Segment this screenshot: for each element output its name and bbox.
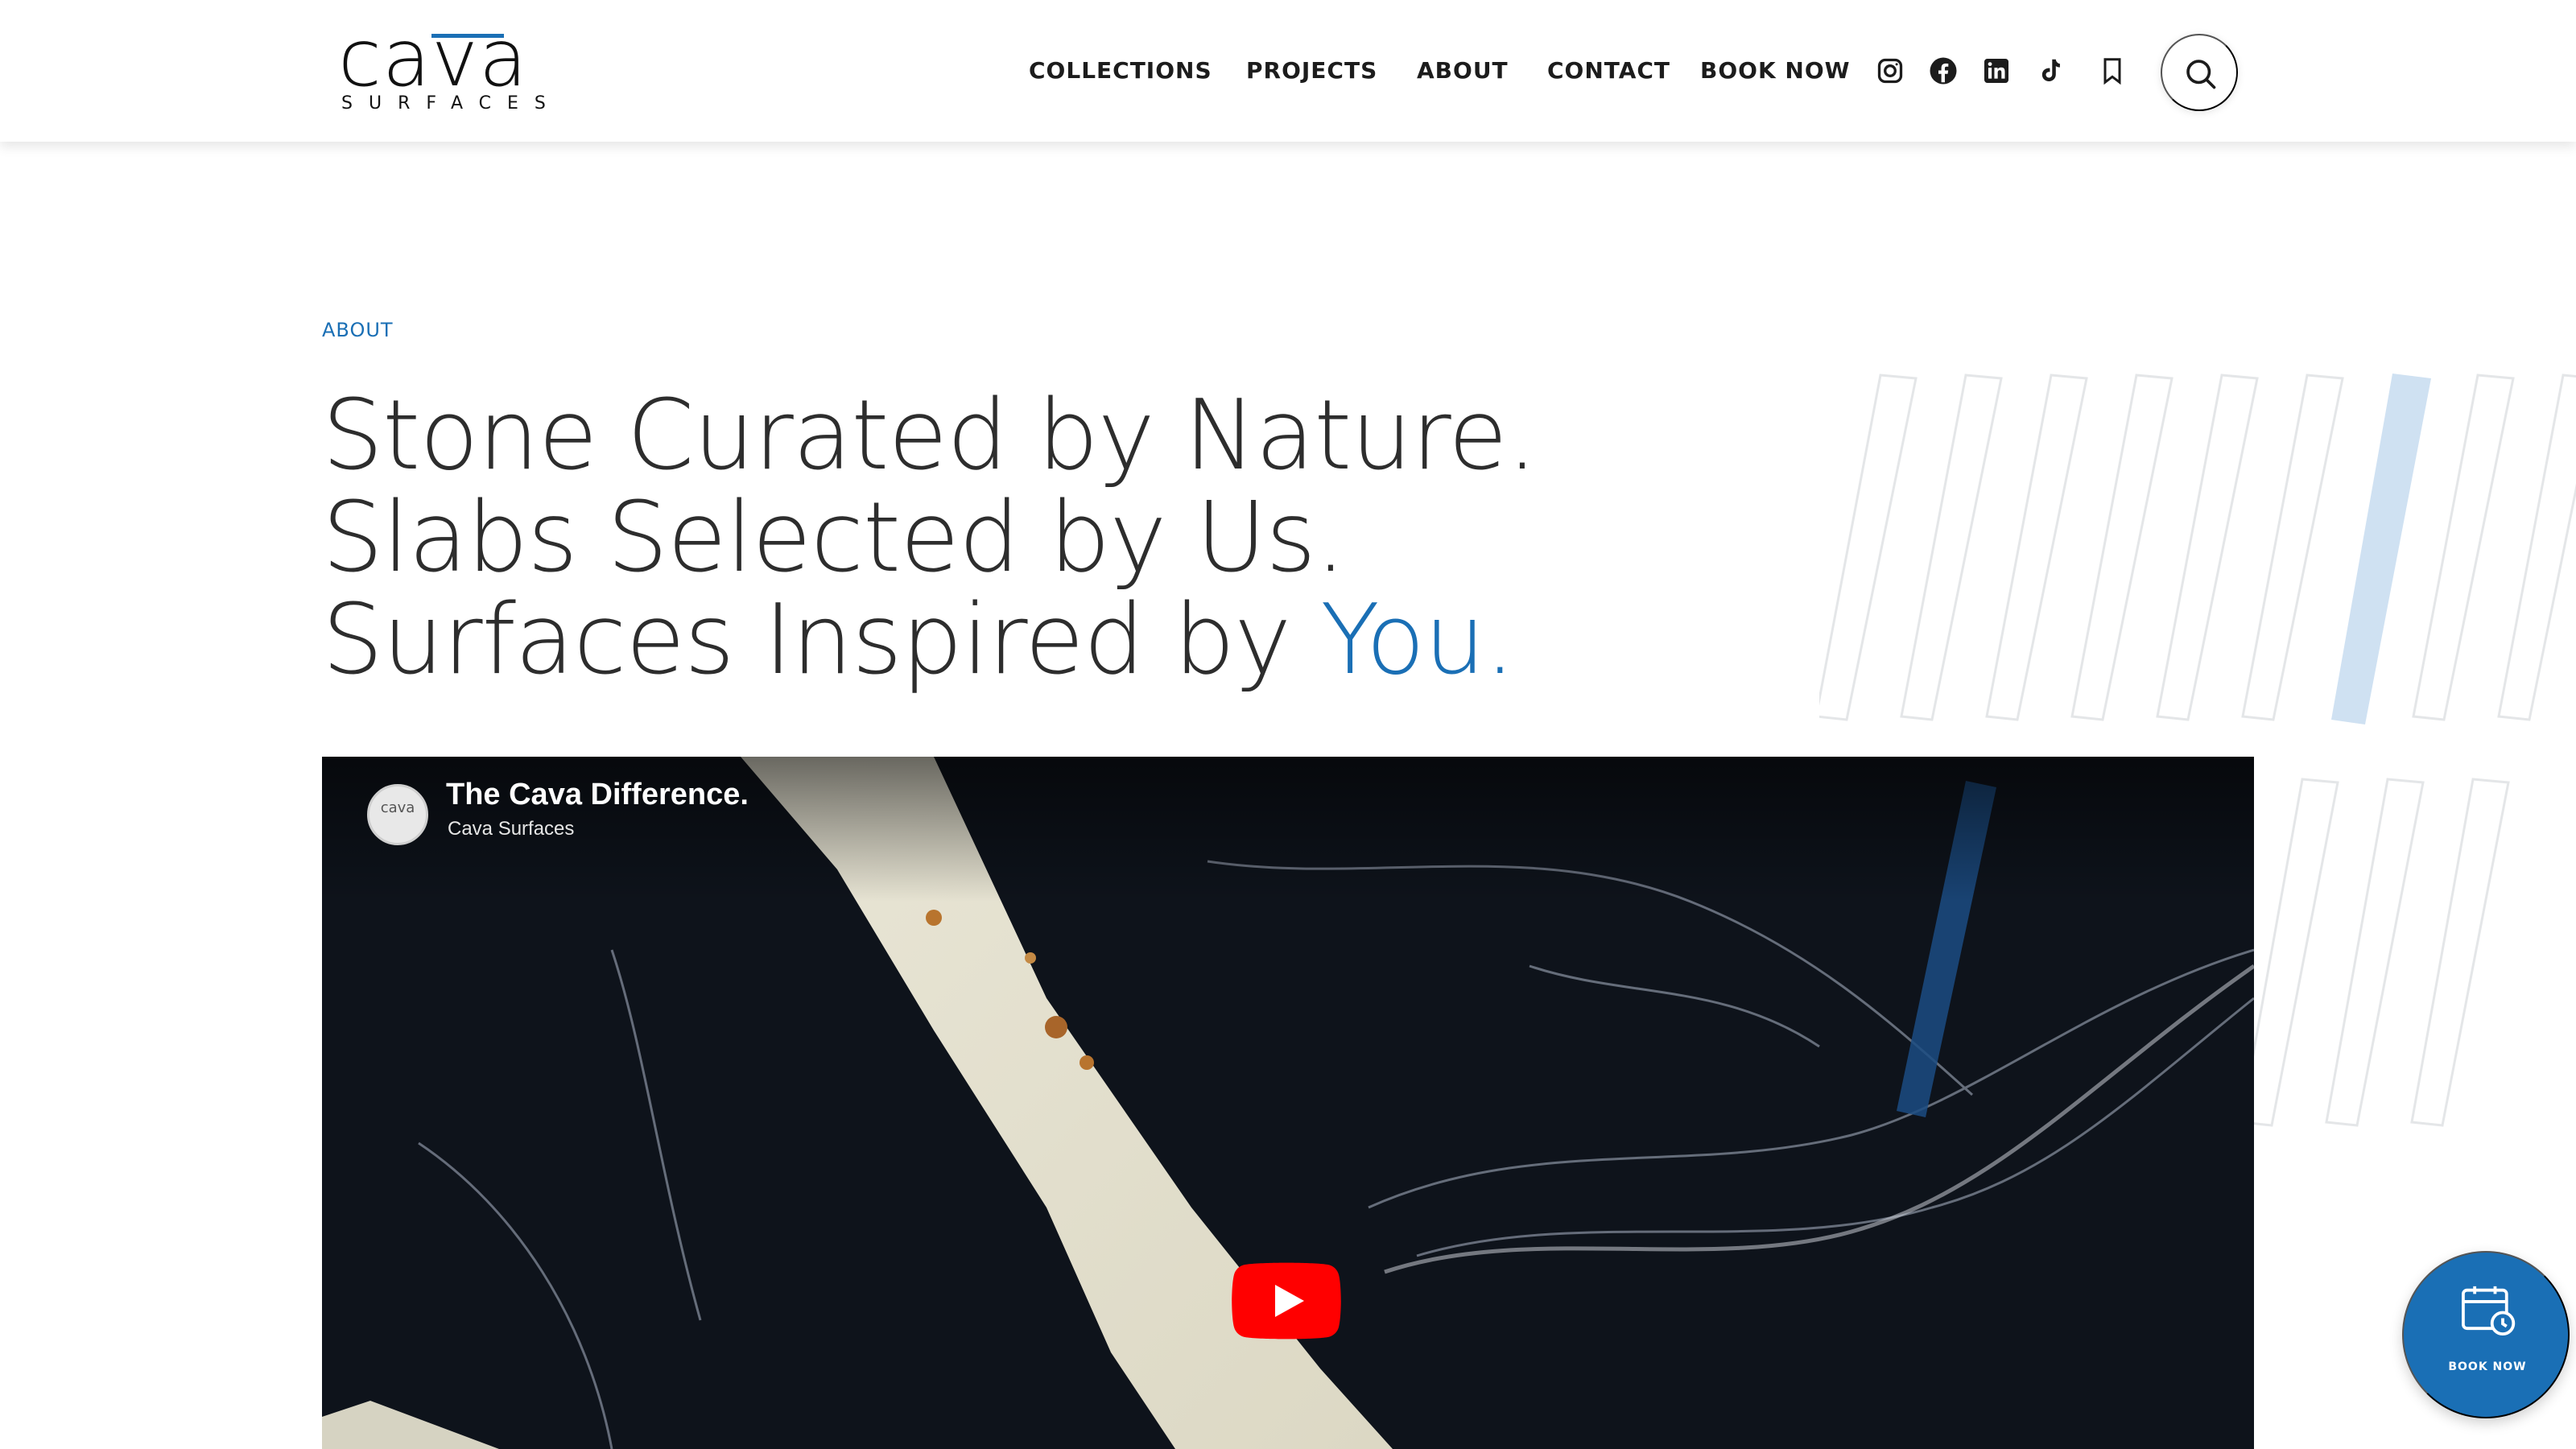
youtube-play-icon[interactable] (1232, 1262, 1341, 1340)
search-icon (2186, 60, 2216, 89)
deco-slab (2410, 778, 2510, 1127)
deco-slab (1900, 374, 2003, 721)
video-player[interactable]: cava The Cava Difference. Cava Surfaces (322, 757, 2254, 1449)
logo[interactable]: cava SURFACES (338, 19, 546, 114)
channel-avatar-text: cava (380, 799, 415, 816)
nav-book-now[interactable]: BOOK NOW (1700, 56, 1851, 85)
headline-line-1: Stone Curated by Nature. (322, 380, 1538, 492)
search-button[interactable] (2161, 34, 2238, 111)
book-now-floating-label: BOOK NOW (2448, 1360, 2527, 1373)
logo-wordmark: cava (338, 13, 528, 105)
nav-projects[interactable]: PROJECTS (1246, 56, 1377, 85)
video-title[interactable]: The Cava Difference. (446, 778, 749, 812)
deco-slab (2412, 374, 2515, 721)
deco-slab (1985, 374, 2088, 721)
nav-about[interactable]: ABOUT (1417, 56, 1509, 85)
deco-slab (2070, 374, 2174, 721)
section-eyebrow: ABOUT (322, 319, 394, 341)
calendar-clock-icon (2462, 1286, 2516, 1336)
headline-line-2: Slabs Selected by Us. (322, 482, 1346, 594)
deco-slab (2156, 374, 2259, 721)
book-now-floating-button[interactable]: BOOK NOW (2402, 1251, 2570, 1418)
site-header: cava SURFACES COLLECTIONS PROJECTS ABOUT… (0, 0, 2576, 142)
bookmark-icon[interactable] (2098, 56, 2127, 85)
linkedin-icon[interactable] (1982, 56, 2011, 85)
nav-collections[interactable]: COLLECTIONS (1029, 56, 1212, 85)
deco-slab (1819, 374, 1918, 721)
deco-slab (2497, 374, 2576, 721)
deco-slab (2240, 778, 2339, 1127)
nav-contact[interactable]: CONTACT (1547, 56, 1670, 85)
tiktok-icon[interactable] (2035, 56, 2064, 85)
page-title: Stone Curated by Nature. Slabs Selected … (322, 385, 1610, 691)
instagram-icon[interactable] (1876, 56, 1905, 85)
deco-slab (2325, 778, 2425, 1127)
headline-line-3: Surfaces Inspired by (322, 584, 1321, 696)
channel-avatar[interactable]: cava (367, 784, 428, 845)
facebook-icon[interactable] (1929, 56, 1958, 85)
deco-slab (2241, 374, 2344, 721)
headline-accent: You. (1320, 584, 1515, 696)
logo-subtitle: SURFACES (341, 93, 562, 114)
deco-slab-accent (2331, 374, 2431, 724)
video-channel-name[interactable]: Cava Surfaces (448, 818, 574, 840)
